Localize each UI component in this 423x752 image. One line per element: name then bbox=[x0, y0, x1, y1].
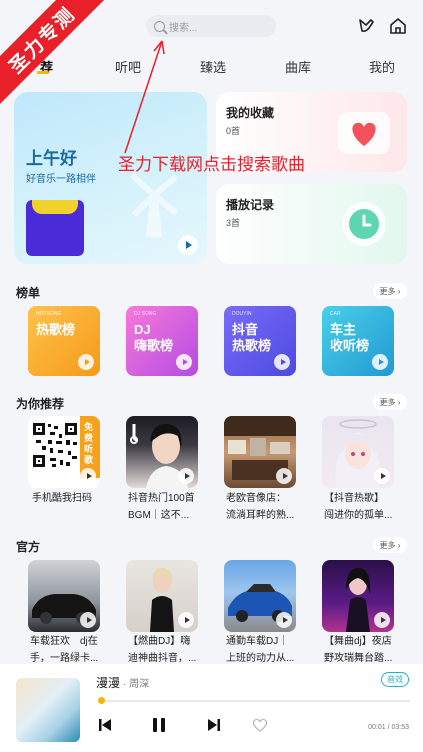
section-charts-title: 榜单 bbox=[16, 286, 41, 300]
bird-icon[interactable] bbox=[357, 16, 377, 36]
official-caption-3: 通勤车载DJ｜ 上班的动力从... bbox=[226, 633, 306, 667]
recommend-tile-4[interactable] bbox=[322, 416, 394, 488]
play-icon[interactable] bbox=[178, 235, 198, 255]
annotation-text: 圣力下载网点击搜索歌曲 bbox=[118, 155, 305, 174]
play-icon[interactable] bbox=[374, 468, 390, 484]
tab-mine[interactable]: 我的 bbox=[369, 57, 395, 76]
heart-outline-icon[interactable] bbox=[251, 717, 269, 733]
clock-icon bbox=[342, 202, 386, 246]
annotation-arrow bbox=[124, 40, 165, 154]
caption-line1: 【舞曲dj】夜店 bbox=[324, 636, 392, 647]
chart-douyin[interactable]: DOUYIN 抖音 热歌榜 bbox=[224, 306, 296, 376]
play-icon[interactable] bbox=[176, 354, 192, 370]
chart-tag: HOTSONG bbox=[36, 311, 62, 317]
caption-line2: 流淌耳畔的熟... bbox=[226, 510, 295, 521]
official-more-button[interactable]: 更多 › bbox=[373, 537, 407, 553]
play-icon[interactable] bbox=[78, 354, 94, 370]
chart-label: DJ 嗨歌榜 bbox=[134, 322, 174, 353]
player-cover[interactable] bbox=[16, 678, 80, 742]
play-icon[interactable] bbox=[374, 612, 390, 628]
player-song-title: 漫漫 bbox=[96, 676, 121, 690]
favorites-title: 我的收藏 bbox=[226, 106, 275, 120]
official-caption-2: 【燃曲DJ】嗨 迪神曲抖音，... bbox=[128, 633, 208, 667]
home-icon[interactable] bbox=[388, 16, 408, 36]
recommend-caption-3: 老欧音像店： 流淌耳畔的熟... bbox=[226, 490, 306, 524]
chart-hot-songs[interactable]: HOTSONG 热歌榜 bbox=[28, 306, 100, 376]
favorites-count: 0首 bbox=[226, 126, 241, 136]
previous-icon[interactable] bbox=[98, 718, 112, 732]
caption-line1: 手机酷我扫码 bbox=[32, 493, 92, 504]
chart-car[interactable]: CAR 车主 收听榜 bbox=[322, 306, 394, 376]
tab-indicator bbox=[37, 71, 49, 74]
recommend-caption-2: 抖音热门100首 BGM｜这不... bbox=[128, 490, 208, 524]
official-caption-1: 车载狂欢 dj在 手，一路绿卡... bbox=[30, 633, 110, 667]
charts-more-button[interactable]: 更多 › bbox=[373, 283, 407, 299]
play-icon[interactable] bbox=[372, 354, 388, 370]
qr-code-tile[interactable]: 免费听歌 bbox=[28, 416, 100, 488]
play-icon[interactable] bbox=[276, 612, 292, 628]
caption-line1: 通勤车载DJ｜ bbox=[226, 636, 289, 647]
search-icon bbox=[154, 20, 165, 32]
heart-icon bbox=[338, 112, 390, 154]
recommend-tile-3[interactable] bbox=[224, 416, 296, 488]
tab-library[interactable]: 曲库 bbox=[285, 57, 311, 76]
caption-line1: 抖音热门100首 bbox=[128, 493, 195, 504]
play-icon[interactable] bbox=[276, 468, 292, 484]
history-title: 播放记录 bbox=[226, 198, 275, 212]
caption-line1: 车载狂欢 dj在 bbox=[30, 636, 98, 647]
play-icon[interactable] bbox=[178, 468, 194, 484]
section-official-title: 官方 bbox=[16, 540, 41, 554]
caption-line1: 【燃曲DJ】嗨 bbox=[128, 636, 191, 647]
recommend-caption-4: 【抖音热歌】 闯进你的孤单... bbox=[324, 490, 404, 524]
play-icon[interactable] bbox=[178, 612, 194, 628]
player-artist: · 周深 bbox=[123, 679, 150, 690]
sound-effect-button[interactable]: 音效 bbox=[381, 672, 409, 687]
album-cover[interactable] bbox=[26, 200, 84, 256]
recommend-more-button[interactable]: 更多 › bbox=[373, 394, 407, 410]
play-icon[interactable] bbox=[274, 354, 290, 370]
chart-tag: DOUYIN bbox=[232, 311, 252, 317]
history-card[interactable]: 播放记录 3首 bbox=[216, 184, 407, 264]
search-placeholder: 搜索... bbox=[169, 22, 198, 34]
progress-knob[interactable] bbox=[97, 697, 105, 704]
windmill-illustration bbox=[129, 172, 178, 237]
official-tile-4[interactable] bbox=[322, 560, 394, 632]
recommend-tile-2[interactable] bbox=[126, 416, 198, 488]
caption-line1: 老欧音像店： bbox=[226, 493, 286, 504]
play-icon[interactable] bbox=[80, 612, 96, 628]
caption-line1: 【抖音热歌】 bbox=[324, 493, 384, 504]
official-tile-2[interactable] bbox=[126, 560, 198, 632]
pause-icon[interactable] bbox=[151, 717, 167, 733]
official-tile-3[interactable] bbox=[224, 560, 296, 632]
search-bar[interactable]: 搜索... bbox=[146, 15, 276, 37]
chart-tag: DJ SONG bbox=[134, 311, 157, 317]
progress-bar[interactable] bbox=[98, 700, 410, 702]
caption-line2: BGM｜这不... bbox=[128, 510, 190, 521]
chart-dj[interactable]: DJ SONG DJ 嗨歌榜 bbox=[126, 306, 198, 376]
official-caption-4: 【舞曲dj】夜店 野攻瑞舞台踏... bbox=[324, 633, 404, 667]
player-time: 00:01 / 03:53 bbox=[368, 724, 409, 731]
tab-zhenxuan[interactable]: 臻选 bbox=[200, 57, 226, 76]
mini-player: 漫漫 · 周深 音效 00:01 / 03:53 bbox=[0, 664, 423, 752]
greeting-title: 上午好 bbox=[26, 149, 77, 168]
play-icon[interactable] bbox=[80, 468, 96, 484]
caption-line2: 闯进你的孤单... bbox=[324, 510, 393, 521]
chart-label: 车主 收听榜 bbox=[330, 322, 370, 353]
chart-label: 抖音 热歌榜 bbox=[232, 322, 272, 353]
recommend-caption-1: 手机酷我扫码 bbox=[32, 490, 112, 507]
section-recommend-title: 为你推荐 bbox=[16, 397, 65, 411]
qr-badge: 免费听歌 bbox=[84, 422, 94, 465]
greeting-subtitle: 好音乐一路相伴 bbox=[26, 174, 96, 185]
next-icon[interactable] bbox=[207, 718, 221, 732]
history-count: 3首 bbox=[226, 218, 241, 228]
chart-label: 热歌榜 bbox=[36, 322, 76, 337]
official-tile-1[interactable] bbox=[28, 560, 100, 632]
chart-tag: CAR bbox=[330, 311, 341, 317]
